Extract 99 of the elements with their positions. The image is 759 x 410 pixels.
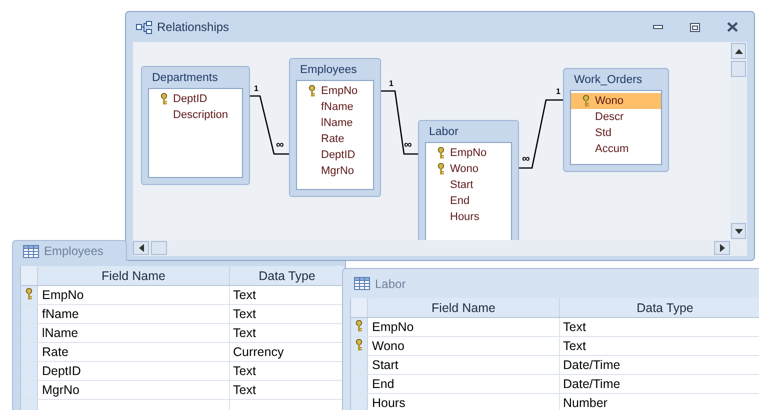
row-selector[interactable] bbox=[351, 318, 368, 336]
one-label: 1 bbox=[254, 84, 258, 93]
field-item[interactable]: Start bbox=[426, 177, 511, 193]
field-item[interactable]: lName bbox=[297, 115, 373, 131]
table-cell[interactable]: Date/Time bbox=[560, 356, 759, 374]
column-header[interactable]: Field Name bbox=[38, 266, 230, 285]
field-name: DeptID bbox=[321, 148, 356, 163]
table-cell[interactable]: Hours bbox=[368, 394, 560, 410]
table-cell[interactable]: Currency bbox=[230, 343, 345, 361]
table-name: Work_Orders bbox=[573, 73, 644, 88]
field-name: Description bbox=[173, 108, 228, 123]
vertical-scrollbar[interactable] bbox=[730, 42, 747, 240]
many-label: ∞ bbox=[276, 139, 284, 151]
one-label: 1 bbox=[556, 87, 560, 96]
left-arrow-icon bbox=[138, 244, 144, 252]
table-box[interactable]: Work_Orders Wono Descr Std Accum bbox=[563, 68, 669, 172]
table-icon bbox=[23, 244, 39, 258]
field-item[interactable]: Std bbox=[571, 125, 661, 141]
field-item[interactable]: DeptID bbox=[149, 91, 242, 107]
field-name: Wono bbox=[450, 162, 479, 177]
table-cell[interactable]: Date/Time bbox=[560, 375, 759, 393]
field-item[interactable]: Rate bbox=[297, 131, 373, 147]
field-item[interactable]: Wono bbox=[426, 161, 511, 177]
field-item[interactable]: Hours bbox=[426, 209, 511, 225]
table-cell[interactable]: lName bbox=[38, 324, 230, 342]
field-name: Hours bbox=[450, 210, 480, 225]
table-cell[interactable]: Text bbox=[230, 305, 345, 323]
row-selector[interactable] bbox=[21, 286, 38, 304]
table-cell[interactable]: DeptID bbox=[38, 362, 230, 380]
table-cell[interactable]: Text bbox=[560, 318, 759, 336]
table-name: Employees bbox=[299, 63, 358, 78]
table-cell[interactable]: End bbox=[368, 375, 560, 393]
field-name: DeptID bbox=[173, 92, 208, 107]
scroll-up-button[interactable] bbox=[731, 43, 746, 59]
field-item[interactable]: DeptID bbox=[297, 147, 373, 163]
scroll-right-button[interactable] bbox=[714, 241, 730, 255]
field-item[interactable]: fName bbox=[297, 99, 373, 115]
table-cell[interactable]: Wono bbox=[368, 337, 560, 355]
window-title: Relationships bbox=[157, 19, 230, 36]
one-label: 1 bbox=[389, 79, 394, 88]
table-cell[interactable]: Text bbox=[230, 362, 345, 380]
minimize-icon bbox=[653, 25, 663, 29]
table-cell[interactable]: Text bbox=[230, 324, 345, 342]
table-cell[interactable]: MgrNo bbox=[38, 381, 230, 399]
row-selector[interactable] bbox=[351, 337, 368, 355]
relationship-line[interactable] bbox=[381, 90, 418, 155]
field-item[interactable]: Description bbox=[149, 107, 242, 123]
table-box[interactable]: Labor EmpNo Wono Start End Hours bbox=[418, 120, 519, 240]
table-icon bbox=[354, 277, 370, 290]
table-cell[interactable]: fName bbox=[38, 305, 230, 323]
table-cell[interactable]: Text bbox=[230, 286, 345, 304]
relationships-icon bbox=[136, 20, 152, 34]
field-item[interactable]: EmpNo bbox=[426, 145, 511, 161]
table-cell[interactable]: Start bbox=[368, 356, 560, 374]
field-name: EmpNo bbox=[450, 146, 487, 161]
column-header[interactable]: Data Type bbox=[560, 298, 759, 317]
up-arrow-icon bbox=[734, 48, 742, 54]
scroll-thumb[interactable] bbox=[731, 61, 746, 77]
table-box[interactable]: Departments DeptID Description bbox=[141, 66, 250, 185]
many-label: ∞ bbox=[522, 153, 530, 165]
field-name: Accum bbox=[595, 142, 629, 157]
field-name: Descr bbox=[595, 110, 624, 125]
many-label: ∞ bbox=[404, 139, 412, 151]
field-item[interactable]: Descr bbox=[571, 109, 661, 125]
field-item[interactable]: End bbox=[426, 193, 511, 209]
field-item[interactable]: EmpNo bbox=[297, 83, 373, 99]
window-title: Labor bbox=[375, 276, 406, 292]
field-name: MgrNo bbox=[321, 164, 354, 179]
field-name: Std bbox=[595, 126, 612, 141]
table-name: Departments bbox=[151, 71, 219, 86]
table-box[interactable]: Employees EmpNo fName lName Rate DeptID MgrNo bbox=[289, 58, 381, 197]
field-name: lName bbox=[321, 116, 353, 131]
table-cell[interactable]: Rate bbox=[38, 343, 230, 361]
field-name: Wono bbox=[595, 94, 624, 109]
field-item[interactable]: Accum bbox=[571, 141, 661, 157]
scroll-left-button[interactable] bbox=[133, 241, 149, 255]
field-name: fName bbox=[321, 100, 354, 115]
restore-icon bbox=[690, 22, 700, 32]
table-name: Labor bbox=[428, 125, 460, 140]
field-item[interactable]: Wono bbox=[571, 93, 661, 109]
table-cell[interactable]: Number bbox=[560, 394, 759, 410]
relationship-line[interactable] bbox=[519, 99, 563, 169]
field-name: Rate bbox=[321, 132, 344, 147]
close-icon bbox=[726, 22, 738, 32]
table-cell[interactable]: EmpNo bbox=[38, 286, 230, 304]
field-name: EmpNo bbox=[321, 84, 358, 99]
table-cell[interactable]: Text bbox=[230, 381, 345, 399]
field-name: End bbox=[450, 194, 470, 209]
table-cell[interactable]: EmpNo bbox=[368, 318, 560, 336]
field-name: Start bbox=[450, 178, 474, 193]
scroll-down-button[interactable] bbox=[731, 223, 746, 239]
horizontal-scrollbar[interactable] bbox=[133, 240, 747, 256]
right-arrow-icon bbox=[720, 244, 724, 252]
scroll-thumb[interactable] bbox=[151, 241, 167, 255]
down-arrow-icon bbox=[734, 228, 742, 234]
field-item[interactable]: MgrNo bbox=[297, 163, 373, 179]
relationship-line[interactable] bbox=[250, 95, 289, 155]
column-header[interactable]: Field Name bbox=[368, 298, 560, 317]
table-cell[interactable]: Text bbox=[560, 337, 759, 355]
